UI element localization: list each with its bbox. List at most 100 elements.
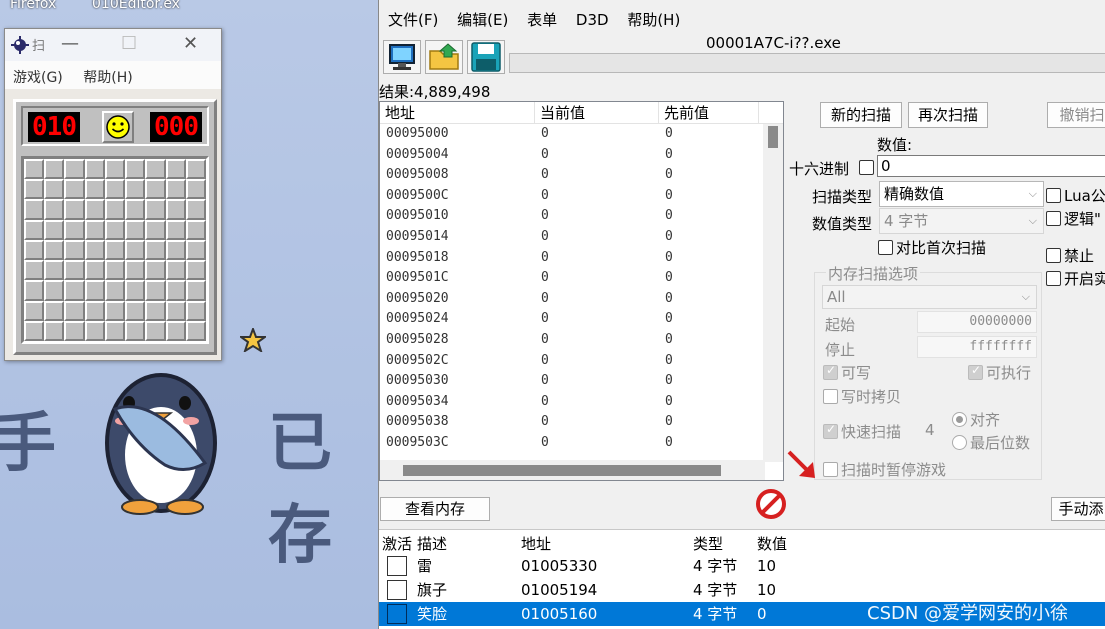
copy-on-write-option[interactable]: 写时拷贝 xyxy=(823,386,901,407)
next-scan-button[interactable]: 再次扫描 xyxy=(908,102,988,128)
save-button[interactable] xyxy=(467,40,505,74)
mine-cell[interactable] xyxy=(104,179,126,200)
col-address[interactable]: 地址 xyxy=(380,102,535,123)
enable-option[interactable]: 开启实 xyxy=(1046,268,1105,289)
mine-cell[interactable] xyxy=(44,199,65,220)
compare-first-option[interactable]: 对比首次扫描 xyxy=(878,237,986,258)
logic-checkbox[interactable] xyxy=(1046,211,1061,226)
mine-cell[interactable] xyxy=(84,280,105,301)
result-row[interactable]: 00095024 0 0 xyxy=(380,309,783,330)
result-row[interactable]: 0009500C 0 0 xyxy=(380,186,783,207)
scan-type-select[interactable]: 精确数值 ⌵ xyxy=(879,181,1044,207)
mine-cell[interactable] xyxy=(165,179,186,200)
mine-cell[interactable] xyxy=(24,199,45,220)
mine-cell[interactable] xyxy=(165,159,186,180)
active-checkbox[interactable] xyxy=(387,580,407,600)
menu-file[interactable]: 文件(F) xyxy=(388,11,438,29)
result-row[interactable]: 00095030 0 0 xyxy=(380,371,783,392)
result-row[interactable]: 00095034 0 0 xyxy=(380,392,783,413)
mine-cell[interactable] xyxy=(84,320,105,341)
desktop-icon-label-firefox[interactable]: Firefox xyxy=(10,0,56,12)
result-row[interactable]: 0009501C 0 0 xyxy=(380,268,783,289)
mine-cell[interactable] xyxy=(84,260,105,281)
mine-cell[interactable] xyxy=(84,199,105,220)
maximize-icon[interactable]: ☐ xyxy=(121,33,137,55)
mine-cell[interactable] xyxy=(145,300,166,321)
result-row[interactable]: 00095038 0 0 xyxy=(380,412,783,433)
lua-option[interactable]: Lua公 xyxy=(1046,185,1105,206)
result-row[interactable]: 00095018 0 0 xyxy=(380,248,783,269)
mine-cell[interactable] xyxy=(24,219,45,240)
mine-cell[interactable] xyxy=(185,300,206,321)
col-address[interactable]: 地址 xyxy=(521,533,693,554)
menu-edit[interactable]: 编辑(E) xyxy=(457,11,508,29)
pause-game-checkbox[interactable] xyxy=(823,462,838,477)
mine-cell[interactable] xyxy=(24,260,45,281)
mine-cell[interactable] xyxy=(64,280,85,301)
results-vertical-scrollbar[interactable] xyxy=(763,124,783,462)
mine-cell[interactable] xyxy=(84,239,105,261)
active-checkbox[interactable] xyxy=(387,604,407,624)
mine-cell[interactable] xyxy=(165,239,186,261)
scrollbar-thumb[interactable] xyxy=(768,126,778,148)
stop-address-input[interactable]: ffffffff xyxy=(917,336,1037,358)
mine-cell[interactable] xyxy=(84,179,105,200)
logic-option[interactable]: 逻辑" xyxy=(1046,208,1101,229)
mine-cell[interactable] xyxy=(104,159,126,180)
mine-cell[interactable] xyxy=(24,179,45,200)
mine-cell[interactable] xyxy=(104,300,126,321)
mine-cell[interactable] xyxy=(24,239,45,261)
mine-cell[interactable] xyxy=(145,199,166,220)
minesweeper-titlebar[interactable]: 扫 — ☐ ✕ xyxy=(5,29,221,61)
mine-cell[interactable] xyxy=(145,280,166,301)
enable-checkbox[interactable] xyxy=(1046,271,1061,286)
mine-cell[interactable] xyxy=(165,320,186,341)
mine-cell[interactable] xyxy=(145,260,166,281)
result-row[interactable]: 00095008 0 0 xyxy=(380,165,783,186)
mine-cell[interactable] xyxy=(104,239,126,261)
fast-scan-value[interactable]: 4 xyxy=(925,421,935,439)
result-row[interactable]: 00095020 0 0 xyxy=(380,289,783,310)
mine-cell[interactable] xyxy=(44,260,65,281)
mine-cell[interactable] xyxy=(104,280,126,301)
result-row[interactable]: 00095010 0 0 xyxy=(380,206,783,227)
scan-results-list[interactable]: 地址 当前值 先前值 00095000 0 0 00095004 0 0 00095008 0… xyxy=(379,101,784,481)
mine-cell[interactable] xyxy=(64,199,85,220)
mine-cell[interactable] xyxy=(44,320,65,341)
mine-cell[interactable] xyxy=(165,300,186,321)
last-digits-option[interactable]: 最后位数 xyxy=(952,432,1030,453)
mine-cell[interactable] xyxy=(125,320,146,341)
mine-cell[interactable] xyxy=(145,179,166,200)
mine-cell[interactable] xyxy=(24,300,45,321)
result-row[interactable]: 00095028 0 0 xyxy=(380,330,783,351)
mine-cell[interactable] xyxy=(145,159,166,180)
active-checkbox[interactable] xyxy=(387,556,407,576)
mine-cell[interactable] xyxy=(125,280,146,301)
compare-first-checkbox[interactable] xyxy=(878,240,893,255)
result-row[interactable]: 00095004 0 0 xyxy=(380,145,783,166)
mine-cell[interactable] xyxy=(24,159,45,180)
mine-cell[interactable] xyxy=(44,280,65,301)
results-horizontal-scrollbar[interactable] xyxy=(380,460,765,480)
copy-on-write-checkbox[interactable] xyxy=(823,389,838,404)
address-row[interactable]: 笑脸 01005160 4 字节 0 xyxy=(379,602,1105,626)
mine-cell[interactable] xyxy=(104,219,126,240)
address-row[interactable]: 旗子 01005194 4 字节 10 xyxy=(379,578,1105,602)
mine-cell[interactable] xyxy=(125,260,146,281)
mine-cell[interactable] xyxy=(104,260,126,281)
mine-cell[interactable] xyxy=(125,219,146,240)
mine-cell[interactable] xyxy=(165,219,186,240)
mine-cell[interactable] xyxy=(185,219,206,240)
col-type[interactable]: 类型 xyxy=(693,533,757,554)
mine-cell[interactable] xyxy=(24,280,45,301)
menu-d3d[interactable]: D3D xyxy=(576,11,609,29)
mine-cell[interactable] xyxy=(64,320,85,341)
mine-cell[interactable] xyxy=(104,320,126,341)
mine-cell[interactable] xyxy=(145,219,166,240)
menu-game[interactable]: 游戏(G) xyxy=(13,70,63,86)
mine-cell[interactable] xyxy=(104,199,126,220)
scrollbar-thumb[interactable] xyxy=(403,465,721,476)
smiley-face-button[interactable] xyxy=(102,111,134,143)
mine-cell[interactable] xyxy=(125,159,146,180)
mine-cell[interactable] xyxy=(64,179,85,200)
